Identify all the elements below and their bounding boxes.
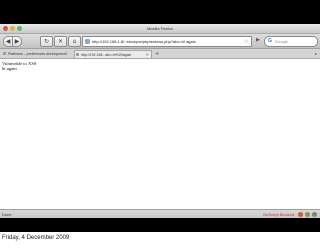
tab-favicon-icon <box>76 53 79 56</box>
slide-footer: Friday, 4 December 2009 <box>0 232 320 249</box>
title-bar: Mozilla Firefox <box>0 24 320 34</box>
tab-list-icon[interactable]: ▸ <box>315 50 317 58</box>
tab-close-icon[interactable]: × <box>65 50 68 58</box>
tab-xss-page[interactable]: http://192.168...abc=hi%20again × <box>74 50 152 58</box>
tab-strip: Platforms – preferences development × ht… <box>0 49 320 59</box>
status-text: Done <box>2 212 12 217</box>
reload-button[interactable]: ↻ <box>40 36 53 47</box>
footer-date: Friday, 4 December 2009 <box>2 235 70 241</box>
tab-label: Platforms – preferences development <box>8 52 67 56</box>
stop-button[interactable]: ✕ <box>54 36 67 47</box>
forward-button[interactable]: ▶ <box>12 36 22 47</box>
home-button[interactable]: ⌂ <box>68 36 81 47</box>
search-bar[interactable]: G Google <box>264 36 318 47</box>
window-title: Mozilla Firefox <box>147 26 173 31</box>
address-bar-url[interactable]: http://192.168.1.8/~ebcoyne/phptest/xss.… <box>92 37 196 46</box>
search-input[interactable]: Google <box>275 37 288 46</box>
tab-label: http://192.168...abc=hi%20again <box>81 53 132 57</box>
slide-top-border <box>0 0 320 24</box>
address-bar[interactable]: http://192.168.1.8/~ebcoyne/phptest/xss.… <box>82 36 252 47</box>
site-favicon-icon <box>85 39 90 44</box>
tab-favicon-icon <box>3 52 6 55</box>
bookmark-star-icon[interactable]: ☆ <box>244 37 249 46</box>
resize-grip-icon[interactable] <box>312 212 317 217</box>
go-button[interactable]: ▶ <box>254 36 262 45</box>
navigation-toolbar: ◀ ▶ ↻ ✕ ⌂ http://192.168.1.8/~ebcoyne/ph… <box>0 34 320 49</box>
tab-close-icon[interactable]: × <box>146 51 149 58</box>
page-text-line: hi again <box>2 66 17 71</box>
google-search-engine-icon[interactable]: G <box>268 37 272 46</box>
new-tab-button[interactable]: + <box>155 50 159 58</box>
noscript-icon[interactable] <box>298 212 303 217</box>
addon-status-icon[interactable] <box>305 212 310 217</box>
noscript-status[interactable]: NoScript Blocked <box>263 210 294 218</box>
browser-window: Mozilla Firefox ◀ ▶ ↻ ✕ ⌂ http://192.168… <box>0 24 320 218</box>
status-bar: Done NoScript Blocked <box>0 209 320 218</box>
tab-platforms[interactable]: Platforms – preferences development × <box>2 50 72 58</box>
slide-bottom-border <box>0 218 320 232</box>
page-content: Vulnerable to XSS hi again <box>0 59 320 209</box>
